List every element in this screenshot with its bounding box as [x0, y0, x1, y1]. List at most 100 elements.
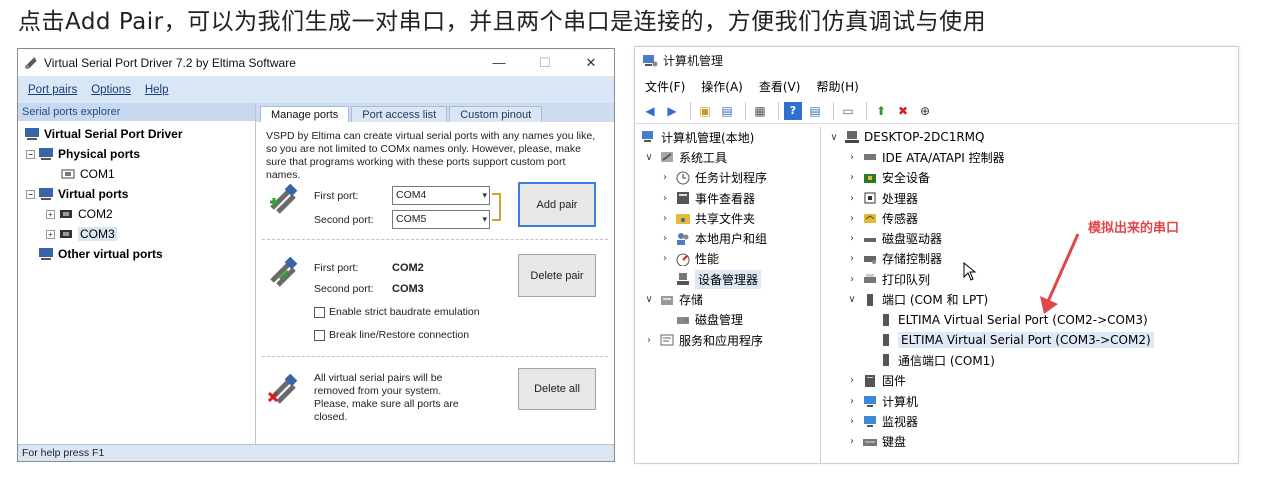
chevron-right-icon[interactable]: ›: [846, 375, 858, 386]
device-computer[interactable]: › 计算机: [822, 391, 1238, 411]
chevron-right-icon[interactable]: ›: [846, 436, 858, 447]
tree-other-virtual-ports[interactable]: Other virtual ports: [18, 244, 255, 264]
forward-arrow-icon[interactable]: ▶: [663, 102, 681, 120]
delete-second-port-label: Second port:: [314, 283, 374, 295]
device-eltima-port-2[interactable]: ELTIMA Virtual Serial Port (COM3->COM2): [822, 330, 1238, 350]
chevron-right-icon[interactable]: ›: [846, 172, 858, 183]
chevron-right-icon[interactable]: ›: [846, 396, 858, 407]
maximize-button[interactable]: ☐: [522, 49, 568, 76]
chevron-right-icon[interactable]: ›: [846, 274, 858, 285]
serial-port-icon: [60, 230, 72, 238]
menu-help[interactable]: Help: [145, 84, 169, 96]
tree-item-performance[interactable]: › 性能: [635, 249, 820, 269]
cm-menubar: 文件(F) 操作(A) 查看(V) 帮助(H): [635, 74, 1238, 98]
expand-icon[interactable]: +: [46, 209, 55, 219]
tree-item-event-viewer[interactable]: › 事件查看器: [635, 188, 820, 208]
back-arrow-icon[interactable]: ◀: [641, 102, 659, 120]
scan-down-icon[interactable]: ⊕: [916, 102, 934, 120]
device-keyboard[interactable]: › 键盘: [822, 431, 1238, 451]
tree-item-root[interactable]: 计算机管理(本地): [635, 127, 820, 147]
device-security[interactable]: › 安全设备: [822, 168, 1238, 188]
up-folder-icon[interactable]: ▣: [696, 102, 714, 120]
strict-baudrate-checkbox[interactable]: Enable strict baudrate emulation: [314, 306, 480, 318]
tree-com1[interactable]: COM1: [18, 164, 255, 184]
tree-virtual-ports[interactable]: − Virtual ports: [18, 184, 255, 204]
menu-file[interactable]: 文件(F): [645, 78, 685, 95]
tree-item-system-tools[interactable]: ∨ 系统工具: [635, 147, 820, 167]
chevron-down-icon[interactable]: ∨: [643, 152, 655, 163]
chevron-right-icon[interactable]: ›: [643, 335, 655, 346]
device-computer-root[interactable]: ∨ DESKTOP-2DC1RMQ: [822, 127, 1238, 147]
chevron-down-icon[interactable]: ∨: [846, 294, 858, 305]
tree-item-disk-management[interactable]: 磁盘管理: [635, 310, 820, 330]
tree-item-local-users[interactable]: › 本地用户和组: [635, 228, 820, 248]
second-port-combo[interactable]: COM5 ▾: [392, 210, 490, 229]
tree-com3[interactable]: + COM3: [18, 224, 255, 244]
tree-item-services[interactable]: › 服务和应用程序: [635, 330, 820, 350]
performance-icon: [676, 253, 690, 266]
menu-action[interactable]: 操作(A): [701, 78, 743, 95]
vspd-titlebar: Virtual Serial Port Driver 7.2 by Eltima…: [18, 49, 614, 76]
chevron-right-icon[interactable]: ›: [659, 233, 671, 244]
first-port-combo[interactable]: COM4 ▾: [392, 186, 490, 205]
tree-item-task-scheduler[interactable]: › 任务计划程序: [635, 168, 820, 188]
chevron-right-icon[interactable]: ›: [846, 152, 858, 163]
users-icon: [677, 232, 689, 245]
chevron-right-icon[interactable]: ›: [846, 416, 858, 427]
expand-icon[interactable]: +: [46, 229, 55, 239]
chevron-right-icon[interactable]: ›: [659, 213, 671, 224]
chevron-right-icon[interactable]: ›: [846, 193, 858, 204]
help-icon[interactable]: ?: [784, 101, 802, 120]
delete-all-button[interactable]: Delete all: [518, 368, 596, 410]
collapse-icon[interactable]: −: [26, 189, 35, 199]
chevron-right-icon[interactable]: ›: [846, 253, 858, 264]
tree-physical-ports[interactable]: − Physical ports: [18, 144, 255, 164]
tree-item-shared-folders[interactable]: › 共享文件夹: [635, 208, 820, 228]
chevron-down-icon[interactable]: ∨: [643, 294, 655, 305]
device-ide[interactable]: › IDE ATA/ATAPI 控制器: [822, 147, 1238, 167]
menu-help-cm[interactable]: 帮助(H): [816, 78, 858, 95]
chevron-right-icon[interactable]: ›: [659, 253, 671, 264]
update-driver-icon[interactable]: ⬆: [872, 102, 890, 120]
computer-management-icon: [643, 54, 658, 66]
tree-item-device-manager[interactable]: 设备管理器: [635, 269, 820, 289]
view-icon[interactable]: ▤: [806, 102, 824, 120]
annotation-label: 模拟出来的串口: [1088, 221, 1180, 236]
tree-com2[interactable]: + COM2: [18, 204, 255, 224]
tree-item-storage[interactable]: ∨ 存储: [635, 289, 820, 309]
menu-port-pairs[interactable]: Port pairs: [28, 84, 77, 96]
chevron-down-icon[interactable]: ∨: [828, 132, 840, 143]
device-firmware[interactable]: › 固件: [822, 371, 1238, 391]
chevron-right-icon[interactable]: ›: [659, 172, 671, 183]
vspd-title: Virtual Serial Port Driver 7.2 by Eltima…: [44, 55, 296, 70]
checkbox-box[interactable]: [314, 306, 325, 318]
tab-port-access-list[interactable]: Port access list: [351, 106, 448, 122]
tab-custom-pinout[interactable]: Custom pinout: [449, 106, 543, 122]
show-tree-icon[interactable]: ▤: [718, 102, 736, 120]
close-button[interactable]: ✕: [568, 49, 614, 76]
chevron-right-icon[interactable]: ›: [846, 233, 858, 244]
tree-root[interactable]: Virtual Serial Port Driver: [18, 124, 255, 144]
menu-options[interactable]: Options: [91, 84, 131, 96]
add-pair-button[interactable]: Add pair: [518, 182, 596, 227]
serial-port-icon: [60, 210, 72, 218]
menu-view[interactable]: 查看(V): [759, 78, 801, 95]
device-processor[interactable]: › 处理器: [822, 188, 1238, 208]
vspd-menubar: Port pairs Options Help: [18, 76, 614, 103]
properties-icon[interactable]: ▦: [751, 102, 769, 120]
delete-all-icon: [267, 374, 298, 404]
device-com1[interactable]: 通信端口 (COM1): [822, 350, 1238, 370]
monitor-icon[interactable]: ▭: [839, 102, 857, 120]
collapse-icon[interactable]: −: [26, 149, 35, 159]
checkbox-box[interactable]: [314, 329, 325, 341]
chevron-right-icon[interactable]: ›: [659, 193, 671, 204]
tab-manage-ports[interactable]: Manage ports: [260, 106, 350, 123]
explorer-header: Serial ports explorer: [18, 103, 255, 121]
chevron-right-icon[interactable]: ›: [846, 213, 858, 224]
delete-pair-button[interactable]: Delete pair: [518, 254, 596, 297]
computer-icon: [25, 128, 39, 140]
minimize-button[interactable]: —: [476, 49, 522, 76]
uninstall-icon[interactable]: ✖: [894, 102, 912, 120]
break-line-checkbox[interactable]: Break line/Restore connection: [314, 329, 469, 341]
device-monitor[interactable]: › 监视器: [822, 411, 1238, 431]
